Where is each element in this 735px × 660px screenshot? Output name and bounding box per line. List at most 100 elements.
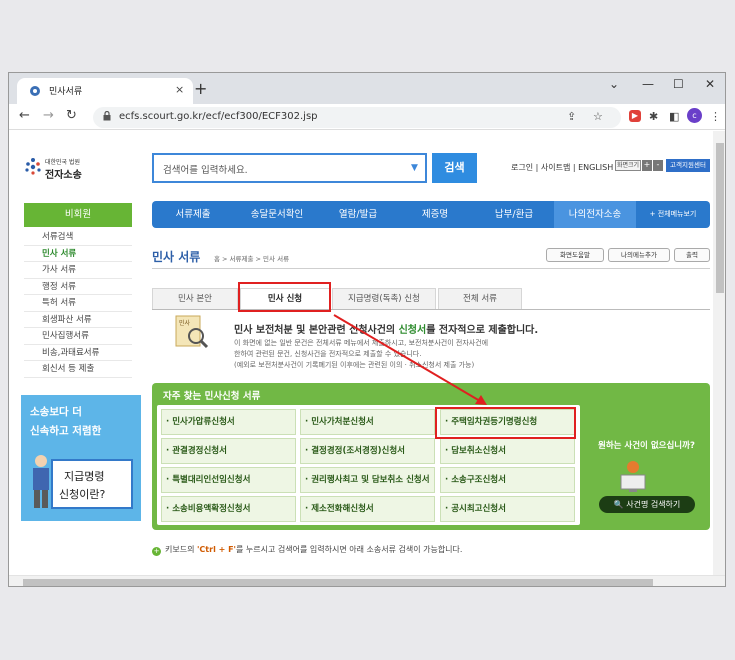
vertical-scrollbar[interactable]: [713, 131, 725, 575]
intro-line-3: (예외로 보전처분사건이 기록폐기된 이후에는 관련된 이의 · 취소신청서 제…: [234, 361, 475, 369]
side-panel-icon[interactable]: ◧: [669, 110, 679, 123]
tab-payment-order[interactable]: 지급명령(독촉) 신청: [332, 288, 436, 309]
sidebar-header: 비회원: [24, 203, 132, 227]
search-placeholder: 검색어를 입력하세요.: [163, 165, 248, 176]
sidebar-item-reply[interactable]: 회신서 등 제출: [24, 361, 132, 378]
scroll-thumb[interactable]: [716, 143, 724, 293]
search-input[interactable]: 검색어를 입력하세요. ▼: [152, 153, 427, 183]
sidebar-item-enforcement[interactable]: 민사집행서류: [24, 328, 132, 345]
scroll-thumb[interactable]: [23, 579, 653, 586]
nav-all-menu[interactable]: + 전체메뉴보기: [636, 201, 710, 228]
intro-heading-em: 신청서: [398, 325, 427, 336]
tab-civil-main[interactable]: 민사 본안: [152, 288, 238, 309]
banner-box-line2: 신청이란?: [59, 488, 106, 501]
person-computer-icon: [620, 461, 646, 492]
nav-document-submit[interactable]: 서류제출: [152, 201, 234, 228]
nav-view-issue[interactable]: 열람/발급: [320, 201, 396, 228]
court-emblem-icon: [25, 158, 41, 175]
tab-all-documents[interactable]: 전체 서류: [438, 288, 522, 309]
sidebar-item-bankruptcy[interactable]: 회생파산 서류: [24, 312, 132, 328]
horizontal-scrollbar[interactable]: [9, 575, 725, 586]
util-links[interactable]: 로그인 | 사이트맵 | ENGLISH: [511, 162, 613, 173]
tab-underline: [152, 309, 710, 310]
search-button[interactable]: 검색: [432, 153, 477, 183]
tip-pre: 키보드의: [165, 545, 197, 554]
sidebar-item-civil[interactable]: 민사 서류: [24, 246, 132, 262]
add-my-menu-button[interactable]: 나의메뉴추가: [608, 248, 670, 262]
list-item[interactable]: · 민사가처분신청서: [300, 409, 435, 435]
extension-icon[interactable]: ▶: [629, 110, 641, 122]
list-item[interactable]: · 민사가압류신청서: [161, 409, 296, 435]
font-plus-button[interactable]: +: [642, 160, 652, 171]
sidebar-item-search[interactable]: 서류검색: [24, 229, 132, 246]
list-item[interactable]: · 담보취소신청서: [440, 438, 575, 464]
intro-heading: 민사 보전처분 및 본안관련 신청사건의 신청서를 전자적으로 제출합니다.: [234, 321, 538, 336]
list-item[interactable]: · 소송비용액확정신청서: [161, 496, 296, 522]
reload-icon[interactable]: ↻: [66, 108, 77, 123]
frequent-documents-panel: 자주 찾는 민사신청 서류 · 민사가압류신청서 · 민사가처분신청서 · 주택…: [152, 383, 710, 530]
svg-text:민사: 민사: [179, 319, 191, 327]
web-page: 대한민국 법원 전자소송 검색어를 입력하세요. ▼ 검색 로그인 | 사이트맵…: [9, 131, 713, 575]
font-minus-button[interactable]: -: [653, 160, 663, 171]
list-item[interactable]: · 공시최고신청서: [440, 496, 575, 522]
maximize-button[interactable]: ☐: [673, 77, 684, 91]
sidebar-item-nonlitigation[interactable]: 비송,과태료서류: [24, 345, 132, 361]
tab-strip: 민사서류 × + ⌄ — ☐ ✕: [9, 73, 725, 104]
menu-kebab-icon[interactable]: ⋮: [710, 110, 721, 123]
sidebar-item-admin[interactable]: 행정 서류: [24, 279, 132, 295]
case-search-label: 사건명 검색하기: [626, 500, 681, 509]
plus-circle-icon: +: [152, 547, 161, 556]
tab-title: 민사서류: [49, 87, 83, 97]
new-tab-button[interactable]: +: [194, 79, 207, 98]
close-window-button[interactable]: ✕: [705, 77, 715, 91]
sidebar-item-family[interactable]: 가사 서류: [24, 262, 132, 279]
list-item[interactable]: · 특별대리인선임신청서: [161, 467, 296, 493]
tab-search-icon[interactable]: ⌄: [609, 77, 619, 91]
title-divider: [152, 268, 710, 269]
print-button[interactable]: 출력: [674, 248, 710, 262]
tip-key: 'Ctrl + F': [196, 545, 237, 554]
intro-line-1: 이 화면에 없는 일반 문건은 전체서류 메뉴에서 제출하시고, 보전처분사건이…: [234, 339, 489, 347]
share-icon[interactable]: ⇪: [567, 110, 576, 123]
main-nav: 서류제출 송달문서확인 열람/발급 제증명 납부/환급 나의전자소송 + 전체메…: [152, 201, 710, 228]
banner-line1: 소송보다 더: [30, 406, 82, 418]
intro-heading-pre: 민사 보전처분 및 본안관련 신청사건의: [234, 325, 399, 336]
payment-order-banner[interactable]: 소송보다 더 신속하고 저렴한 지급명령 신청이란?: [21, 395, 141, 521]
person-illustration-icon: [33, 455, 49, 508]
puzzle-extensions-icon[interactable]: ✱: [649, 110, 658, 123]
font-size-label: 화면크기: [615, 160, 641, 171]
nav-my-ecourt[interactable]: 나의전자소송: [554, 201, 636, 228]
list-item[interactable]: · 제소전화해신청서: [300, 496, 435, 522]
tip-post: 를 누르시고 검색어를 입력하시면 아래 소송서류 검색이 가능합니다.: [236, 545, 463, 554]
case-search-button[interactable]: 🔍 사건명 검색하기: [599, 496, 695, 513]
screen-help-button[interactable]: 화면도움말: [546, 248, 604, 262]
list-item[interactable]: · 관결경정신청서: [161, 438, 296, 464]
profile-avatar[interactable]: c: [687, 108, 702, 123]
banner-box-line1: 지급명령: [64, 470, 105, 483]
browser-tab[interactable]: 민사서류 ×: [17, 78, 193, 104]
sidebar-menu: 서류검색 민사 서류 가사 서류 행정 서류 특허 서류 회생파산 서류 민사집…: [24, 229, 132, 378]
nav-certificate[interactable]: 제증명: [396, 201, 474, 228]
dropdown-arrow-icon[interactable]: ▼: [411, 163, 418, 173]
sidebar-item-patent[interactable]: 특허 서류: [24, 295, 132, 312]
list-item[interactable]: · 권리행사최고 및 담보취소 신청서: [300, 467, 435, 493]
browser-window: 민사서류 × + ⌄ — ☐ ✕ ← → ↻ ecfs.scourt.go.kr…: [8, 72, 726, 587]
forward-icon[interactable]: →: [43, 108, 54, 123]
nav-delivery-check[interactable]: 송달문서확인: [234, 201, 320, 228]
minimize-button[interactable]: —: [642, 77, 654, 91]
court-favicon-icon: [30, 86, 40, 96]
nav-payment-refund[interactable]: 납부/환급: [474, 201, 554, 228]
no-case-question: 원하는 사건이 없으십니까?: [598, 441, 695, 451]
highlight-box-housing-lease: [435, 407, 576, 439]
document-magnifier-icon: 민사: [175, 315, 209, 349]
intro-heading-post: 를 전자적으로 제출합니다.: [426, 325, 539, 336]
back-icon[interactable]: ←: [19, 108, 30, 123]
list-item[interactable]: · 소송구조신청서: [440, 467, 575, 493]
customer-center-button[interactable]: 고객지원센터: [666, 159, 710, 172]
close-tab-icon[interactable]: ×: [175, 83, 184, 96]
page-title: 민사 서류: [152, 250, 201, 264]
banner-line2: 신속하고 저렴한: [30, 425, 102, 437]
bookmark-star-icon[interactable]: ☆: [593, 110, 603, 123]
list-item[interactable]: · 결정경정(조서경정)신청서: [300, 438, 435, 464]
address-bar[interactable]: ecfs.scourt.go.kr/ecf/ecf300/ECF302.jsp …: [93, 107, 621, 128]
